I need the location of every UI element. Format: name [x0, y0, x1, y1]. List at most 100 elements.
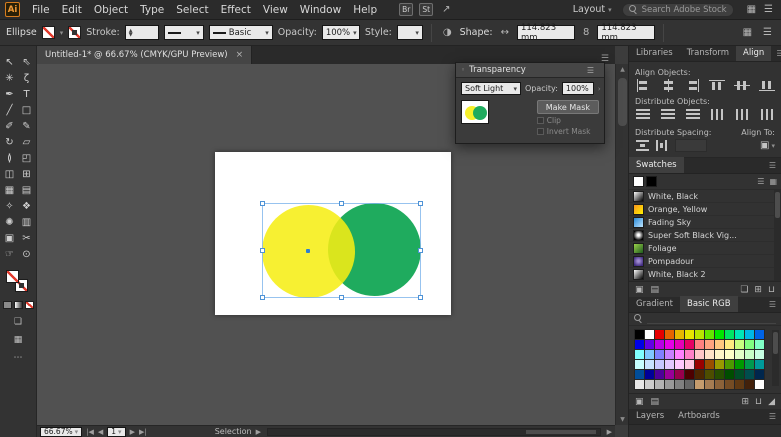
- color-swatch[interactable]: [745, 330, 754, 339]
- lasso-tool[interactable]: ζ: [18, 70, 35, 86]
- share-icon[interactable]: ↗: [439, 4, 453, 15]
- color-swatch[interactable]: [635, 330, 644, 339]
- new-color-group-icon[interactable]: ❏: [740, 285, 748, 295]
- transparency-opacity-input[interactable]: 100%: [562, 82, 594, 95]
- constrain-proportions-icon[interactable]: 8: [580, 27, 592, 38]
- color-swatch[interactable]: [735, 330, 744, 339]
- menu-window[interactable]: Window: [294, 1, 347, 19]
- color-swatch[interactable]: [665, 340, 674, 349]
- artboard[interactable]: [215, 152, 451, 315]
- color-swatch[interactable]: [705, 330, 714, 339]
- menu-object[interactable]: Object: [88, 1, 134, 19]
- tab-layers[interactable]: Layers: [629, 408, 671, 424]
- color-swatch[interactable]: [655, 340, 664, 349]
- rotate-tool[interactable]: ↻: [1, 134, 18, 150]
- color-swatch[interactable]: [685, 360, 694, 369]
- color-swatch[interactable]: [755, 350, 764, 359]
- color-swatch[interactable]: [715, 340, 724, 349]
- distribute-top-button[interactable]: [635, 108, 651, 121]
- direct-selection-tool[interactable]: ⇖: [18, 54, 35, 70]
- color-swatch[interactable]: [735, 360, 744, 369]
- resize-grip-icon[interactable]: ◢: [768, 397, 775, 407]
- status-menu-icon[interactable]: ▶: [256, 428, 261, 436]
- panel-menu-icon[interactable]: ☰: [764, 300, 781, 309]
- color-swatch[interactable]: [725, 340, 734, 349]
- style-label[interactable]: Style:: [365, 27, 392, 38]
- align-left-button[interactable]: [635, 79, 651, 92]
- color-swatch[interactable]: [745, 340, 754, 349]
- canvas-horizontal-scrollbar[interactable]: [267, 428, 601, 436]
- color-swatch[interactable]: [735, 340, 744, 349]
- gradient-button[interactable]: [14, 301, 23, 309]
- selection-handle[interactable]: [418, 201, 423, 206]
- edit-toolbar-icon[interactable]: ⋯: [14, 353, 23, 363]
- shape-height-input[interactable]: 114.823 mm: [597, 25, 655, 40]
- tab-swatches[interactable]: Swatches: [629, 157, 684, 173]
- screen-mode-icon[interactable]: ▦: [14, 335, 23, 345]
- rectangle-tool[interactable]: □: [18, 102, 35, 118]
- palette-scrollbar[interactable]: [772, 330, 779, 386]
- panel-menu-icon[interactable]: ☰: [582, 66, 599, 75]
- tab-transform[interactable]: Transform: [680, 46, 736, 61]
- color-swatch[interactable]: [725, 370, 734, 379]
- selection-handle[interactable]: [260, 248, 265, 253]
- delete-swatch-icon[interactable]: ⊔: [768, 285, 775, 295]
- free-transform-tool[interactable]: ◰: [18, 150, 35, 166]
- hand-tool[interactable]: ☞: [1, 246, 18, 262]
- scrollbar-thumb[interactable]: [773, 332, 778, 354]
- scale-tool[interactable]: ▱: [18, 134, 35, 150]
- swatch-list-item[interactable]: Fading Sky: [629, 216, 781, 229]
- recolor-artwork-icon[interactable]: ◑: [440, 27, 455, 38]
- tab-align[interactable]: Align: [736, 46, 771, 61]
- invert-mask-checkbox[interactable]: [537, 128, 544, 135]
- transparency-panel-header[interactable]: ◦ Transparency ☰: [456, 63, 604, 78]
- align-to-button[interactable]: ▣ ▾: [760, 140, 775, 151]
- color-swatch[interactable]: [755, 360, 764, 369]
- panel-menu-icon[interactable]: ☰: [764, 412, 781, 421]
- selection-handle[interactable]: [339, 201, 344, 206]
- menu-view[interactable]: View: [257, 1, 294, 19]
- swatch-list-item[interactable]: Super Soft Black Vig...: [629, 229, 781, 242]
- color-swatch[interactable]: [675, 330, 684, 339]
- panel-menu-icon[interactable]: ☰: [764, 161, 781, 170]
- color-swatch[interactable]: [735, 370, 744, 379]
- color-button[interactable]: [3, 301, 12, 309]
- opacity-input[interactable]: 100% ▾: [322, 25, 360, 40]
- stroke-none-swatch[interactable]: [68, 26, 81, 39]
- pen-tool[interactable]: ✒: [1, 86, 18, 102]
- clip-checkbox[interactable]: [537, 117, 544, 124]
- menu-select[interactable]: Select: [170, 1, 214, 19]
- color-swatch[interactable]: [645, 370, 654, 379]
- align-top-button[interactable]: [709, 79, 725, 92]
- color-swatch[interactable]: [665, 350, 674, 359]
- stock-search[interactable]: [622, 3, 734, 17]
- zoom-tool[interactable]: ⊙: [18, 246, 35, 262]
- color-swatch[interactable]: [695, 360, 704, 369]
- make-mask-button[interactable]: Make Mask: [537, 100, 599, 114]
- symbol-sprayer-tool[interactable]: ✺: [1, 214, 18, 230]
- color-swatch[interactable]: [745, 380, 754, 389]
- color-swatch[interactable]: [635, 380, 644, 389]
- close-tab-icon[interactable]: ×: [236, 50, 244, 60]
- color-swatch[interactable]: [725, 360, 734, 369]
- anchor-center-point[interactable]: [306, 249, 310, 253]
- shape-width-input[interactable]: 114.823 mm: [517, 25, 575, 40]
- next-artboard-icon[interactable]: ▶: [130, 428, 135, 436]
- color-swatch[interactable]: [655, 350, 664, 359]
- panel-menu-icon[interactable]: ☰: [760, 27, 775, 38]
- bridge-icon[interactable]: Br: [399, 3, 413, 16]
- scrollbar-thumb[interactable]: [526, 430, 596, 434]
- color-swatch[interactable]: [705, 380, 714, 389]
- color-swatch[interactable]: [665, 330, 674, 339]
- selection-handle[interactable]: [260, 295, 265, 300]
- color-swatch[interactable]: [655, 370, 664, 379]
- swatch-libraries-icon[interactable]: ▣: [635, 397, 644, 407]
- line-segment-tool[interactable]: ╱: [1, 102, 18, 118]
- artboard-tool[interactable]: ▣: [1, 230, 18, 246]
- perspective-grid-tool[interactable]: ⊞: [18, 166, 35, 182]
- previous-artboard-icon[interactable]: ◀: [98, 428, 103, 436]
- app-menu-icon[interactable]: ☰: [761, 4, 776, 15]
- color-swatch[interactable]: [715, 370, 724, 379]
- zoom-level-select[interactable]: 66.67% ▾: [40, 427, 82, 437]
- magic-wand-tool[interactable]: ✳: [1, 70, 18, 86]
